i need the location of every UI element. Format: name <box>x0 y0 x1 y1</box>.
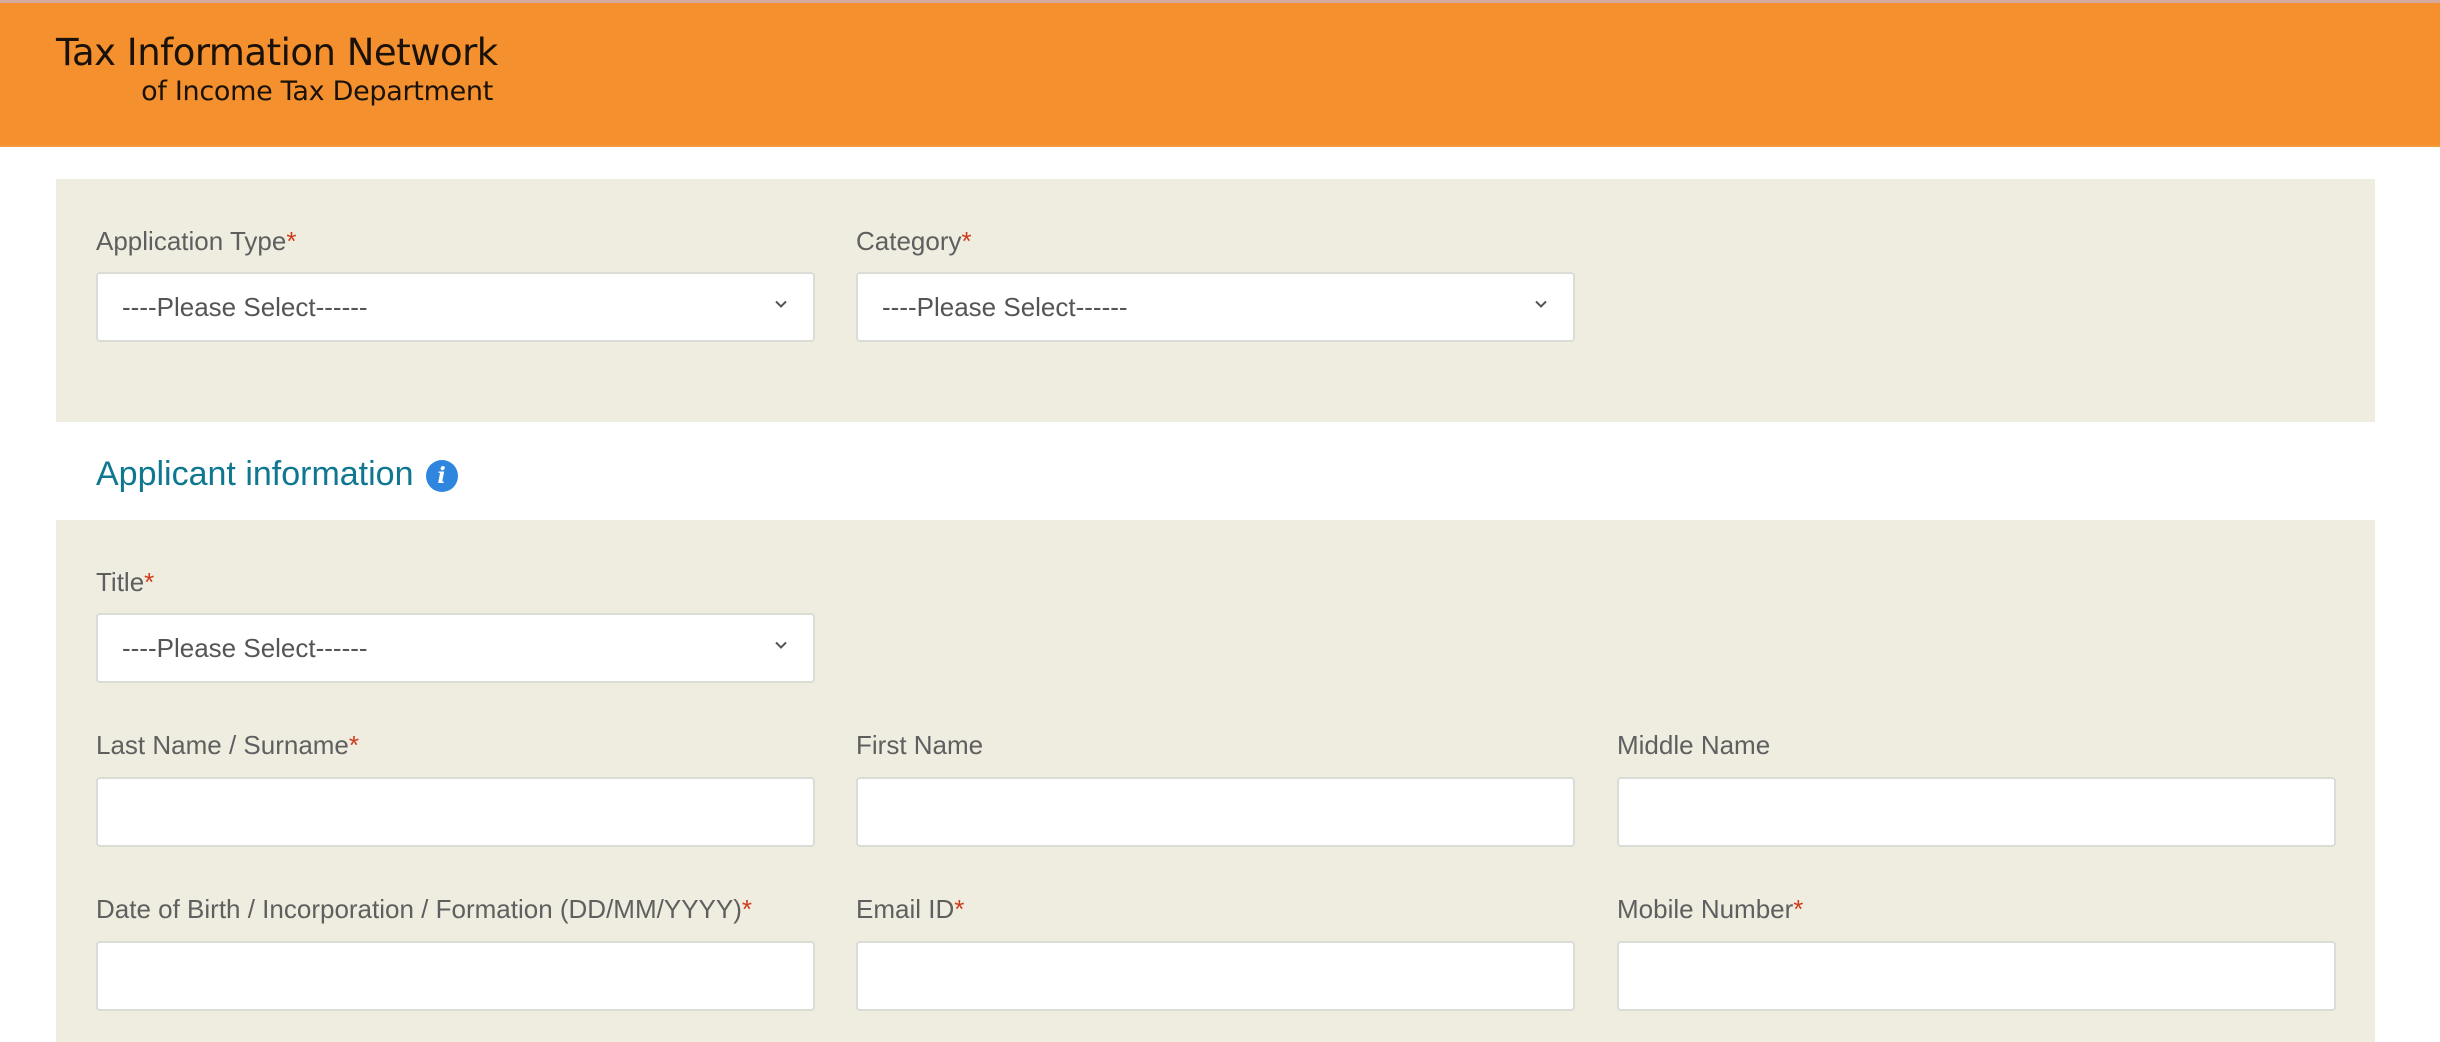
required-marker: * <box>1793 894 1804 924</box>
brand-subtitle: of Income Tax Department <box>141 76 493 107</box>
first-name-input[interactable] <box>856 777 1575 847</box>
title-field: Title* ----Please Select------ <box>96 565 815 683</box>
middle-name-label: Middle Name <box>1617 730 1771 760</box>
application-type-selected: ----Please Select------ <box>122 292 368 322</box>
required-marker: * <box>961 226 972 256</box>
required-marker: * <box>348 730 360 760</box>
brand-logo[interactable]: Tax Information Network of Income Tax De… <box>56 31 498 109</box>
title-select[interactable]: ----Please Select------ <box>96 613 815 683</box>
required-marker: * <box>144 567 155 597</box>
title-label: Title* <box>96 567 155 597</box>
brand-title: Tax Information Network <box>56 31 498 74</box>
category-label: Category* <box>856 226 972 256</box>
middle-name-input[interactable] <box>1617 777 2336 847</box>
applicant-information-heading: Applicant information i <box>96 455 458 494</box>
title-selected: ----Please Select------ <box>122 633 368 663</box>
dob-label: Date of Birth / Incorporation / Formatio… <box>96 894 752 924</box>
mobile-input[interactable] <box>1617 941 2336 1011</box>
required-marker: * <box>741 894 752 924</box>
mobile-label: Mobile Number* <box>1617 894 1804 924</box>
chevron-down-icon <box>775 639 787 651</box>
category-select[interactable]: ----Please Select------ <box>856 272 1575 342</box>
category-field: Category* ----Please Select------ <box>856 224 1575 342</box>
dob-input[interactable] <box>96 941 815 1011</box>
last-name-label: Last Name / Surname* <box>96 730 360 760</box>
email-field: Email ID* <box>856 892 1575 1011</box>
chevron-down-icon <box>1535 298 1547 310</box>
email-label: Email ID* <box>856 894 965 924</box>
middle-name-field: Middle Name <box>1617 728 2336 847</box>
chevron-down-icon <box>775 298 787 310</box>
required-marker: * <box>286 226 297 256</box>
last-name-field: Last Name / Surname* <box>96 728 815 847</box>
mobile-field: Mobile Number* <box>1617 892 2336 1011</box>
first-name-label: First Name <box>856 730 984 760</box>
email-input[interactable] <box>856 941 1575 1011</box>
last-name-input[interactable] <box>96 777 815 847</box>
dob-field: Date of Birth / Incorporation / Formatio… <box>96 892 815 1011</box>
section-title: Applicant information <box>96 455 414 493</box>
required-marker: * <box>954 894 965 924</box>
first-name-field: First Name <box>856 728 1575 847</box>
application-type-field: Application Type* ----Please Select-----… <box>96 224 815 342</box>
info-icon[interactable]: i <box>425 459 458 492</box>
category-selected: ----Please Select------ <box>882 292 1128 322</box>
site-header: Tax Information Network of Income Tax De… <box>0 3 2440 147</box>
application-type-label: Application Type* <box>96 226 297 256</box>
application-type-select[interactable]: ----Please Select------ <box>96 272 815 342</box>
